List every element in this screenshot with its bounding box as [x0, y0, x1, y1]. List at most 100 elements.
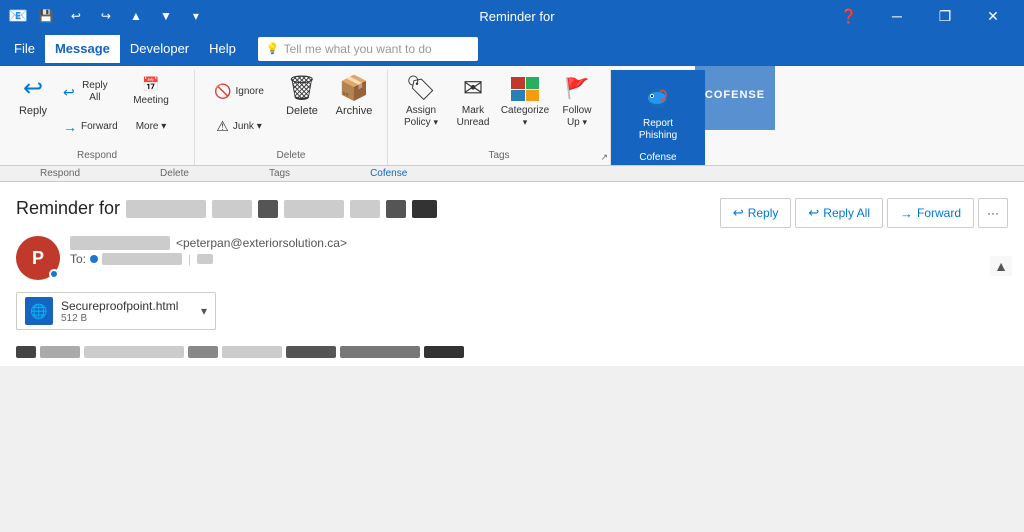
email-header-bar: Reminder for ↩ Reply ↩ Reply All → Forwa…	[16, 198, 1008, 228]
forward-button[interactable]: → Forward	[60, 109, 114, 143]
delete-group-label: Delete	[195, 150, 387, 163]
mark-unread-button[interactable]: ✉ Mark Unread	[448, 72, 498, 144]
email-action-buttons: ↩ Reply ↩ Reply All → Forward ···	[720, 198, 1008, 228]
menu-help[interactable]: Help	[199, 35, 246, 63]
title-bar: 📧 💾 ↩ ↪ ▲ ▼ ▾ Reminder for ❓ ─ ❐ ✕	[0, 0, 1024, 32]
ribbon-group-labels-bar: Respond Delete Tags Cofense	[0, 166, 1024, 182]
attachment-size: 512 B	[61, 313, 193, 324]
email-subject: Reminder for	[16, 198, 437, 219]
body-block-2	[40, 346, 80, 358]
tags-buttons: 🏷 Assign Policy ▾ ✉ Mark Unread Categori…	[396, 72, 602, 147]
menu-bar: File Message Developer Help 💡 Tell me wh…	[0, 32, 1024, 66]
to-extra-redacted	[197, 254, 213, 264]
qat-up-button[interactable]: ▲	[124, 4, 148, 28]
meeting-icon: 📅	[142, 76, 159, 93]
reply-all-btn-icon: ↩	[808, 205, 819, 221]
qat-down-button[interactable]: ▼	[154, 4, 178, 28]
sender-name-row: <peterpan@exteriorsolution.ca>	[70, 236, 1008, 250]
reply-all-forward-stack: ↩ Reply All → Forward	[60, 74, 114, 143]
reply-btn-icon: ↩	[733, 205, 744, 221]
attachment-expand-icon[interactable]: ▾	[201, 304, 207, 318]
subject-redacted-4	[284, 200, 344, 218]
app-icon: 📧	[8, 6, 28, 26]
report-phishing-button[interactable]: Report Phishing	[623, 81, 693, 153]
reply-all-button[interactable]: ↩ Reply All	[60, 74, 114, 108]
assign-policy-label: Assign Policy ▾	[399, 105, 443, 129]
reply-all-btn-label: Reply All	[823, 206, 870, 220]
delete-bar-label: Delete	[160, 168, 189, 179]
junk-button[interactable]: ⚠ Junk ▾	[203, 109, 275, 143]
delete-icon: 🗑	[287, 77, 317, 101]
meeting-label: Meeting	[133, 95, 169, 106]
follow-up-icon: 🚩	[565, 77, 590, 101]
reply-btn-label: Reply	[748, 206, 779, 220]
sender-info: <peterpan@exteriorsolution.ca> To: |	[70, 236, 1008, 266]
follow-up-label: Follow Up ▾	[555, 105, 599, 129]
tags-group: 🏷 Assign Policy ▾ ✉ Mark Unread Categori…	[388, 70, 611, 165]
more-respond-button[interactable]: More ▾	[116, 109, 186, 143]
categorize-button[interactable]: Categorize ▾	[500, 72, 550, 144]
qat-undo-button[interactable]: ↩	[64, 4, 88, 28]
cofense-group-label: Cofense	[611, 152, 705, 163]
email-reply-button[interactable]: ↩ Reply	[720, 198, 792, 228]
ignore-button[interactable]: 🚫 Ignore	[203, 74, 275, 108]
subject-redacted-1	[126, 200, 206, 218]
restore-button[interactable]: ❐	[922, 0, 968, 32]
reply-all-icon: ↩	[63, 84, 75, 101]
email-forward-button[interactable]: → Forward	[887, 198, 974, 228]
sender-row: P <peterpan@exteriorsolution.ca> To: |	[16, 236, 1008, 280]
email-reply-all-button[interactable]: ↩ Reply All	[795, 198, 883, 228]
mark-unread-icon: ✉	[463, 77, 483, 101]
forward-label: Forward	[81, 121, 118, 133]
subject-redacted-5	[350, 200, 380, 218]
qat-redo-button[interactable]: ↪	[94, 4, 118, 28]
reply-icon: ↩	[23, 77, 43, 101]
cofense-bar-label: Cofense	[370, 168, 407, 179]
tags-group-label: Tags	[388, 150, 610, 163]
tags-expand-icon[interactable]: ↗	[600, 152, 608, 163]
follow-up-button[interactable]: 🚩 Follow Up ▾	[552, 72, 602, 144]
ribbon: ↩ Reply ↩ Reply All → Forward 📅 Meeting	[0, 66, 1024, 166]
menu-message[interactable]: Message	[45, 35, 120, 63]
ignore-label: Ignore	[236, 86, 264, 97]
close-button[interactable]: ✕	[970, 0, 1016, 32]
email-more-button[interactable]: ···	[978, 198, 1008, 228]
email-area: Reminder for ↩ Reply ↩ Reply All → Forwa…	[0, 182, 1024, 366]
body-block-6	[286, 346, 336, 358]
junk-label: Junk ▾	[233, 121, 262, 132]
subject-text: Reminder for	[16, 198, 120, 219]
qat-more-button[interactable]: ▾	[184, 4, 208, 28]
tell-me-search[interactable]: 💡 Tell me what you want to do	[258, 37, 478, 61]
reply-label: Reply	[19, 105, 47, 118]
mark-unread-label: Mark Unread	[451, 105, 495, 129]
tags-bar-label: Tags	[269, 168, 290, 179]
subject-redacted-2	[212, 200, 252, 218]
delete-button[interactable]: 🗑 Delete	[277, 72, 327, 144]
reply-button[interactable]: ↩ Reply	[8, 72, 58, 144]
more-respond-label: More ▾	[136, 121, 167, 132]
ignore-junk-stack: 🚫 Ignore ⚠ Junk ▾	[203, 74, 275, 143]
sender-email: <peterpan@exteriorsolution.ca>	[176, 236, 347, 250]
email-body	[16, 342, 1008, 358]
archive-icon: 📦	[339, 77, 369, 101]
attachment-box[interactable]: 🌐 Secureproofpoint.html 512 B ▾	[16, 292, 216, 330]
respond-group: ↩ Reply ↩ Reply All → Forward 📅 Meeting	[0, 70, 195, 165]
body-block-1	[16, 346, 36, 358]
forward-btn-label: Forward	[917, 206, 961, 220]
menu-file[interactable]: File	[4, 35, 45, 63]
cofense-logo-bg: COFENSE	[695, 60, 775, 130]
ribbon-collapse-button[interactable]: ▲	[990, 256, 1012, 276]
to-label: To:	[70, 252, 86, 266]
qat-save-button[interactable]: 💾	[34, 4, 58, 28]
body-block-5	[222, 346, 282, 358]
meeting-button[interactable]: 📅 Meeting	[116, 74, 186, 108]
attachment-file-icon: 🌐	[25, 297, 53, 325]
respond-group-label: Respond	[0, 150, 194, 163]
archive-button[interactable]: 📦 Archive	[329, 72, 379, 144]
minimize-button[interactable]: ─	[874, 0, 920, 32]
ie-icon: 🌐	[30, 303, 47, 320]
forward-icon: →	[63, 119, 77, 136]
delete-label: Delete	[286, 105, 318, 118]
menu-developer[interactable]: Developer	[120, 35, 199, 63]
assign-policy-button[interactable]: 🏷 Assign Policy ▾	[396, 72, 446, 144]
